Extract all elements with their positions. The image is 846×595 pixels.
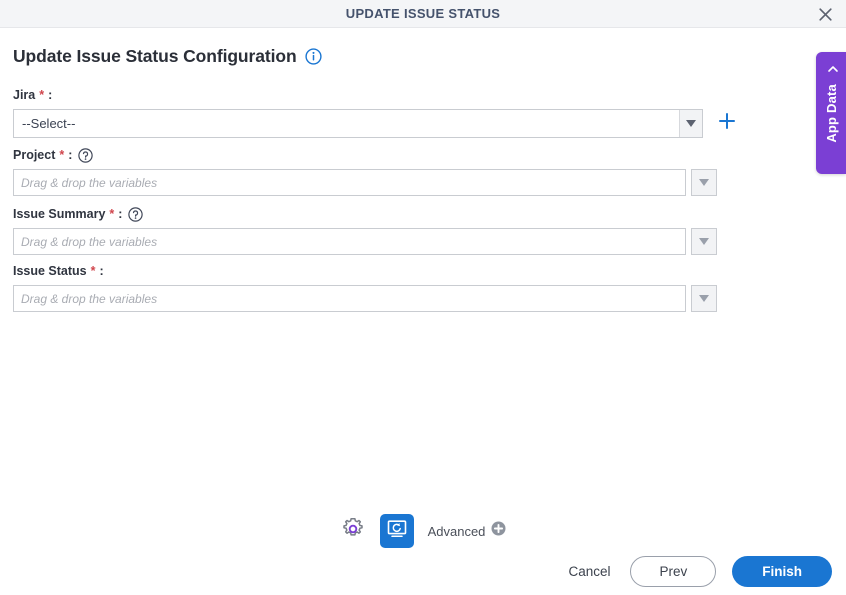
issue-summary-variable-picker-button[interactable]: [691, 228, 717, 255]
info-icon[interactable]: [304, 48, 322, 65]
close-icon: [818, 7, 833, 22]
issue-status-variable-picker-button[interactable]: [691, 285, 717, 312]
preview-screen-button[interactable]: [379, 514, 414, 548]
field-issue-status-row: [13, 285, 717, 312]
chevron-left-icon: [822, 63, 840, 75]
field-issue-summary-label-text: Issue Summary: [13, 207, 106, 221]
plus-icon: [718, 112, 736, 135]
add-jira-button[interactable]: [717, 112, 737, 135]
caret-down-icon: [699, 179, 709, 186]
bottom-toolbar: Advanced: [0, 512, 846, 550]
page-title: Update Issue Status Configuration: [13, 46, 297, 66]
window-titlebar: UPDATE ISSUE STATUS: [0, 0, 846, 28]
caret-down-icon: [699, 295, 709, 302]
project-variable-picker-button[interactable]: [691, 169, 717, 196]
jira-select-arrow-button[interactable]: [679, 110, 702, 137]
issue-status-input[interactable]: [13, 285, 686, 312]
gear-icon: [341, 517, 365, 546]
field-issue-summary: Issue Summary * :: [13, 205, 717, 255]
page-heading: Update Issue Status Configuration: [13, 46, 322, 67]
advanced-label: Advanced: [427, 523, 486, 539]
label-colon: :: [68, 148, 73, 162]
label-colon: :: [99, 264, 104, 278]
field-issue-status: Issue Status * :: [13, 262, 717, 312]
issue-summary-input[interactable]: [13, 228, 686, 255]
screen-refresh-icon: [386, 518, 408, 545]
plus-circle-icon[interactable]: [491, 521, 506, 541]
prev-button[interactable]: Prev: [630, 556, 717, 587]
field-issue-summary-label: Issue Summary * :: [13, 205, 717, 223]
caret-down-icon: [699, 238, 709, 245]
required-asterisk: *: [39, 88, 45, 102]
app-data-panel-toggle[interactable]: App Data: [816, 52, 846, 174]
required-asterisk: *: [90, 264, 96, 278]
field-issue-status-label: Issue Status * :: [13, 262, 717, 280]
help-circle-icon[interactable]: [126, 206, 144, 222]
required-asterisk: *: [59, 148, 65, 162]
field-jira-row: --Select--: [13, 109, 737, 138]
finish-button[interactable]: Finish: [732, 556, 832, 587]
caret-down-icon: [686, 120, 696, 127]
close-button[interactable]: [808, 0, 842, 28]
jira-select[interactable]: --Select--: [13, 109, 703, 138]
required-asterisk: *: [109, 207, 115, 221]
field-project-label: Project * :: [13, 146, 717, 164]
jira-select-value: --Select--: [22, 116, 76, 131]
field-project: Project * :: [13, 146, 717, 196]
field-jira: Jira * : --Select--: [13, 86, 737, 138]
window-title: UPDATE ISSUE STATUS: [345, 6, 501, 21]
cancel-button[interactable]: Cancel: [564, 558, 614, 585]
project-input[interactable]: [13, 169, 686, 196]
settings-button[interactable]: [340, 517, 366, 546]
field-jira-label: Jira * :: [13, 86, 737, 104]
field-project-row: [13, 169, 717, 196]
field-project-label-text: Project: [13, 148, 56, 162]
field-issue-status-label-text: Issue Status: [13, 264, 87, 278]
label-colon: :: [48, 88, 53, 102]
dialog-footer: Cancel Prev Finish: [564, 556, 832, 587]
label-colon: :: [118, 207, 123, 221]
field-issue-summary-row: [13, 228, 717, 255]
advanced-toggle[interactable]: Advanced: [428, 521, 507, 541]
app-data-label: App Data: [823, 84, 839, 143]
help-circle-icon[interactable]: [76, 147, 94, 163]
field-jira-label-text: Jira: [13, 88, 36, 102]
